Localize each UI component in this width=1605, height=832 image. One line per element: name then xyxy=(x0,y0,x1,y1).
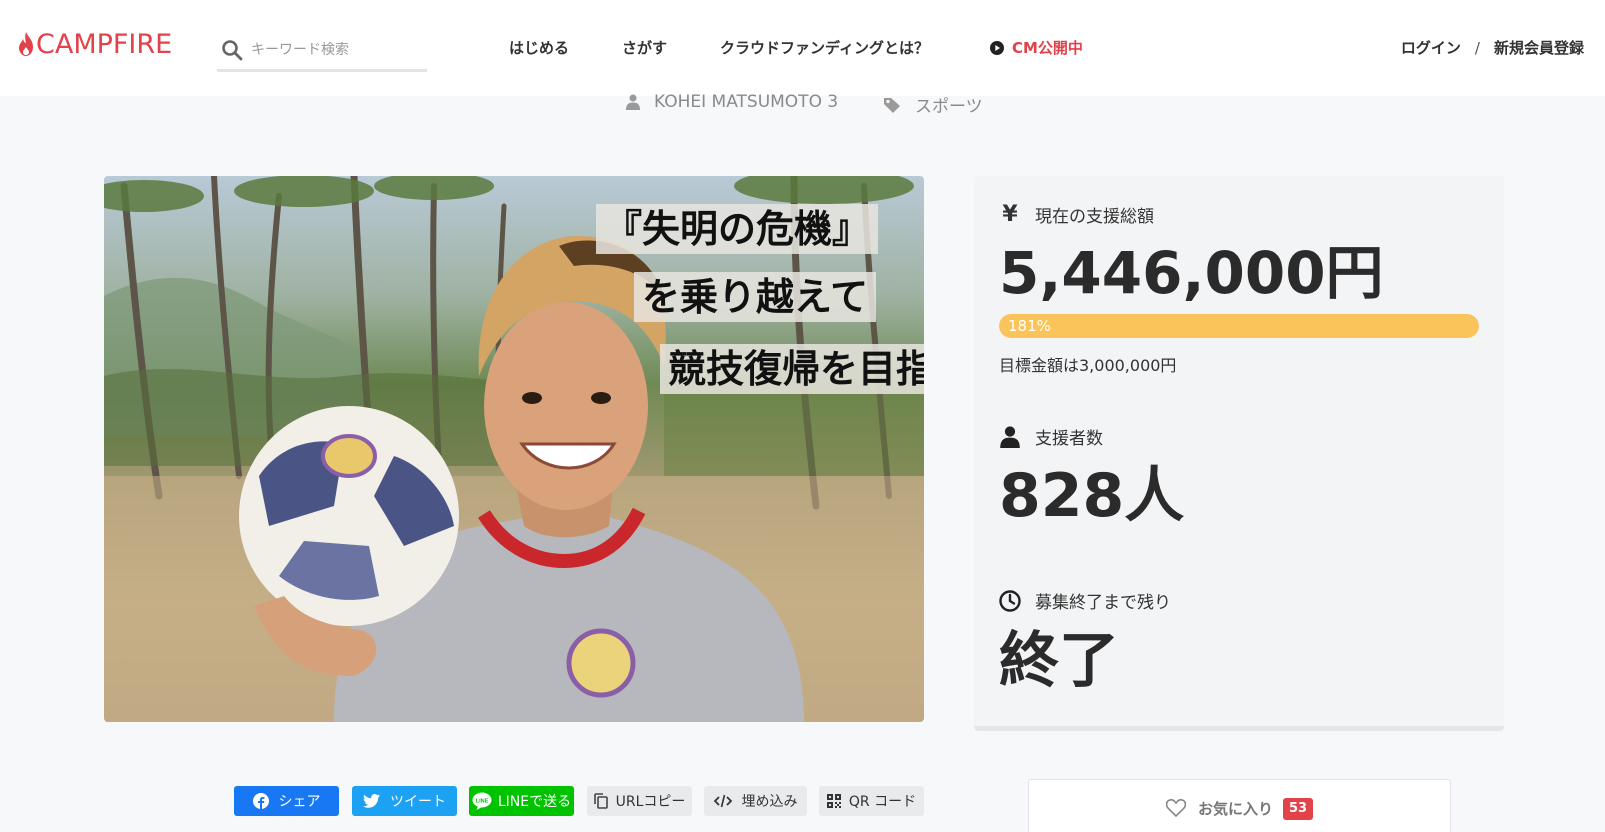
campfire-logo[interactable]: CAMPFIRE xyxy=(16,30,172,58)
backers-label: 支援者数 xyxy=(999,424,1103,449)
nav-about[interactable]: クラウドファンディングとは？ xyxy=(720,37,929,58)
heart-icon xyxy=(1165,799,1186,817)
search-input[interactable] xyxy=(251,41,411,58)
yen-icon: ¥ xyxy=(1002,202,1018,227)
clock-icon xyxy=(999,589,1021,612)
project-owner[interactable]: KOHEI MATSUMOTO 3 xyxy=(626,92,838,112)
site-header: CAMPFIRE はじめる さがす クラウドファンディングとは？ CM公開中 ロ… xyxy=(0,0,1605,96)
twitter-tweet-button[interactable]: ツイート xyxy=(352,786,457,816)
remaining-label: 募集終了まで残り xyxy=(999,588,1171,613)
hero-caption-line-1: 『失明の危機』 xyxy=(596,204,879,254)
qr-code-button[interactable]: QR コード xyxy=(819,786,924,816)
search-box xyxy=(217,30,427,72)
person-icon xyxy=(1000,425,1020,448)
nav-cm-label: CM公開中 xyxy=(1012,39,1083,57)
line-icon: LINE xyxy=(472,792,492,810)
raised-amount: 5,446,000円 xyxy=(999,239,1384,307)
brand-name: CAMPFIRE xyxy=(36,28,173,60)
qr-icon xyxy=(826,794,841,808)
twitter-tweet-label: ツイート xyxy=(390,794,446,810)
funding-progress-bar: 181% xyxy=(999,314,1479,338)
remaining-value: 終了 xyxy=(999,626,1119,696)
backers-label-text: 支援者数 xyxy=(1035,429,1103,449)
user-icon xyxy=(626,94,640,110)
flame-icon xyxy=(19,32,33,56)
hero-photo xyxy=(104,176,924,722)
project-category[interactable]: スポーツ xyxy=(884,92,983,114)
tag-icon xyxy=(884,97,900,113)
login-link[interactable]: ログイン xyxy=(1401,37,1461,58)
signup-link[interactable]: 新規会員登録 xyxy=(1494,37,1584,58)
owner-name: KOHEI MATSUMOTO 3 xyxy=(654,92,839,112)
goal-amount: 目標金額は3,000,000円 xyxy=(999,356,1177,375)
auth-separator: / xyxy=(1474,38,1480,57)
url-copy-label: URLコピー xyxy=(615,794,686,810)
category-name: スポーツ xyxy=(915,97,983,114)
hero-caption-line-3: 競技復帰を目指す xyxy=(660,344,924,394)
favorite-count-badge: 53 xyxy=(1282,798,1314,820)
funding-stats-panel: ¥ 現在の支援総額 5,446,000円 181% 目標金額は3,000,000… xyxy=(974,176,1504,731)
line-send-button[interactable]: LINE LINEで送る xyxy=(469,786,574,816)
twitter-icon xyxy=(363,794,380,808)
raised-label: ¥ 現在の支援総額 xyxy=(999,202,1154,227)
search-icon xyxy=(222,39,243,60)
url-copy-button[interactable]: URLコピー xyxy=(587,786,692,816)
nav-start[interactable]: はじめる xyxy=(509,37,569,58)
play-icon xyxy=(990,40,1004,55)
nav-explore[interactable]: さがす xyxy=(622,37,667,58)
embed-button[interactable]: 埋め込み xyxy=(704,786,807,816)
nav-cm[interactable]: CM公開中 xyxy=(990,37,1083,58)
raised-label-text: 現在の支援総額 xyxy=(1035,207,1154,227)
qr-code-label: QR コード xyxy=(848,794,917,810)
project-hero-image[interactable]: 『失明の危機』 を乗り越えて 競技復帰を目指す xyxy=(104,176,924,722)
favorite-button[interactable]: お気に入り 53 xyxy=(1028,779,1451,832)
remaining-label-text: 募集終了まで残り xyxy=(1035,593,1171,613)
svg-text:LINE: LINE xyxy=(476,799,489,805)
facebook-icon xyxy=(252,793,269,809)
facebook-share-label: シェア xyxy=(278,794,321,810)
favorite-label: お気に入り xyxy=(1197,800,1273,818)
hero-caption-line-2: を乗り越えて xyxy=(634,272,877,322)
copy-icon xyxy=(593,793,608,809)
facebook-share-button[interactable]: シェア xyxy=(234,786,339,816)
auth-links: ログイン / 新規会員登録 xyxy=(1401,37,1584,58)
backers-count: 828人 xyxy=(999,461,1185,531)
progress-fill xyxy=(999,314,1479,338)
progress-percent: 181% xyxy=(1008,317,1051,335)
line-send-label: LINEで送る xyxy=(497,794,572,810)
project-meta: KOHEI MATSUMOTO 3 スポーツ xyxy=(0,92,1605,114)
embed-label: 埋め込み xyxy=(741,794,798,810)
code-icon xyxy=(713,794,732,808)
